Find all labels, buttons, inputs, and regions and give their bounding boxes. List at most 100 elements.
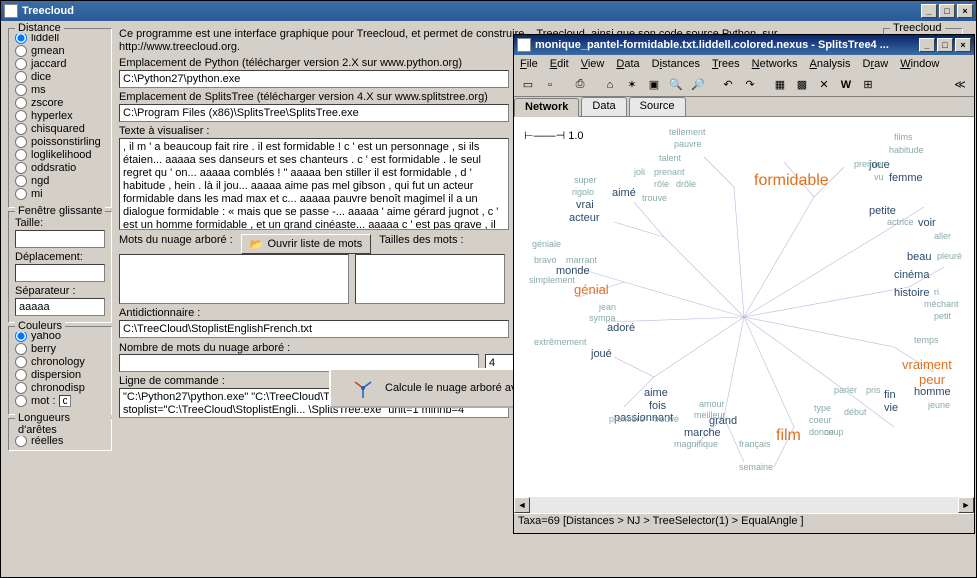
layout2-icon[interactable]: ▩: [792, 75, 812, 95]
antidico-input[interactable]: [119, 320, 509, 338]
splits-maximize-button[interactable]: □: [937, 38, 953, 52]
word-joue2: joué: [591, 348, 612, 360]
menu-networks[interactable]: Networks: [752, 58, 798, 70]
zoomout-icon[interactable]: 🔎: [688, 75, 708, 95]
menu-distances[interactable]: Distances: [652, 58, 700, 70]
word-beau: beau: [907, 251, 931, 263]
distance-group: Distance liddell gmean jaccard dice ms z…: [8, 28, 112, 208]
zoomin-icon[interactable]: 🔍: [666, 75, 686, 95]
word-cinema: cinéma: [894, 269, 929, 281]
scale-label: ⊢——⊣ 1.0: [524, 129, 584, 142]
radio-gmean[interactable]: [15, 45, 27, 57]
minimize-button[interactable]: _: [921, 4, 937, 18]
statusbar: Taxa=69 [Distances > NJ > TreeSelector(1…: [514, 513, 974, 531]
treecloud-icon: [351, 376, 375, 400]
splits-minimize-button[interactable]: _: [919, 38, 935, 52]
menu-edit[interactable]: Edit: [550, 58, 569, 70]
tab-data[interactable]: Data: [581, 97, 626, 116]
word-habitude: habitude: [889, 145, 924, 155]
word-aller: aller: [934, 231, 951, 241]
grid-icon[interactable]: ⊞: [858, 75, 878, 95]
radio-loglikelihood[interactable]: [15, 149, 27, 161]
radio-oddsratio[interactable]: [15, 162, 27, 174]
tab-source[interactable]: Source: [629, 97, 686, 116]
undo-icon[interactable]: ↶: [718, 75, 738, 95]
layout1-icon[interactable]: ▦: [770, 75, 790, 95]
word-vie: vie: [884, 402, 898, 414]
word-pleure: pleuré: [937, 251, 962, 261]
find-icon[interactable]: ✶: [622, 75, 642, 95]
home-icon[interactable]: ⌂: [600, 75, 620, 95]
splitstree-path-input[interactable]: [119, 104, 509, 122]
word-histoire: histoire: [894, 287, 929, 299]
mots-textarea[interactable]: [119, 254, 349, 304]
menu-analysis[interactable]: Analysis: [810, 58, 851, 70]
word-premiere: première: [609, 414, 645, 424]
radio-zscore[interactable]: [15, 97, 27, 109]
tab-network[interactable]: Network: [514, 98, 579, 117]
word-formidable: formidable: [754, 172, 829, 190]
mot-input[interactable]: [59, 395, 71, 407]
word-ri: ri: [934, 287, 939, 297]
splitstree-window: monique_pantel-formidable.txt.liddell.co…: [513, 34, 975, 534]
splits-app-icon: [517, 38, 531, 52]
radio-chronodisp[interactable]: [15, 382, 27, 394]
w-icon[interactable]: W: [836, 75, 856, 95]
word-parler: parler: [834, 385, 857, 395]
word-debut: début: [844, 407, 867, 417]
taille-input[interactable]: [15, 230, 105, 248]
word-bravo: bravo: [534, 255, 557, 265]
word-aime2: aimé: [612, 187, 636, 199]
word-trouve2: trouvé: [654, 414, 679, 424]
print-icon[interactable]: ⎙: [570, 75, 590, 95]
menu-view[interactable]: View: [581, 58, 605, 70]
fit-icon[interactable]: ▣: [644, 75, 664, 95]
fenetre-group: Fenêtre glissante Taille: Déplacement: S…: [8, 211, 112, 323]
redo-icon[interactable]: ↷: [740, 75, 760, 95]
radio-ms[interactable]: [15, 84, 27, 96]
tree-icon[interactable]: ✕: [814, 75, 834, 95]
radio-dispersion[interactable]: [15, 369, 27, 381]
word-semaine: semaine: [739, 462, 773, 472]
radio-hyperlex[interactable]: [15, 110, 27, 122]
menu-data[interactable]: Data: [616, 58, 639, 70]
open-icon[interactable]: ▭: [518, 75, 538, 95]
word-marrant: marrant: [566, 255, 597, 265]
texte-textarea[interactable]: , il m ' a beaucoup fait rire . il est f…: [119, 138, 509, 230]
word-mechant: méchant: [924, 299, 959, 309]
tailles-textarea[interactable]: [355, 254, 505, 304]
radio-mot[interactable]: [15, 395, 27, 407]
horizontal-scrollbar[interactable]: ◄ ►: [514, 497, 974, 513]
splits-close-button[interactable]: ×: [955, 38, 971, 52]
radio-chisquared[interactable]: [15, 123, 27, 135]
word-jean: jean: [599, 302, 616, 312]
ouvrir-liste-button[interactable]: 📂 Ouvrir liste de mots: [241, 234, 371, 254]
separateur-input[interactable]: [15, 298, 105, 316]
tabbar: Network Data Source: [514, 97, 974, 117]
radio-dice[interactable]: [15, 71, 27, 83]
radio-chronology[interactable]: [15, 356, 27, 368]
radio-ngd[interactable]: [15, 175, 27, 187]
radio-jaccard[interactable]: [15, 58, 27, 70]
maximize-button[interactable]: □: [939, 4, 955, 18]
network-canvas[interactable]: ⊢——⊣ 1.0 formidable acteur génial film v…: [514, 117, 974, 497]
deplacement-input[interactable]: [15, 264, 105, 282]
python-path-input[interactable]: [119, 70, 509, 88]
radio-mi[interactable]: [15, 188, 27, 200]
word-type: type: [814, 403, 831, 413]
menu-file[interactable]: File: [520, 58, 538, 70]
scroll-left-icon[interactable]: ◄: [514, 497, 530, 513]
word-fois: fois: [649, 400, 666, 412]
menu-window[interactable]: Window: [900, 58, 939, 70]
word-amour: amour: [699, 399, 725, 409]
radio-reelles[interactable]: [15, 435, 27, 447]
more-icon[interactable]: ≪: [950, 75, 970, 95]
close-button[interactable]: ×: [957, 4, 973, 18]
menu-draw[interactable]: Draw: [863, 58, 889, 70]
splits-title: monique_pantel-formidable.txt.liddell.co…: [535, 39, 917, 51]
save-icon[interactable]: ▫: [540, 75, 560, 95]
radio-berry[interactable]: [15, 343, 27, 355]
scroll-right-icon[interactable]: ►: [958, 497, 974, 513]
menu-trees[interactable]: Trees: [712, 58, 740, 70]
radio-poissonstirling[interactable]: [15, 136, 27, 148]
